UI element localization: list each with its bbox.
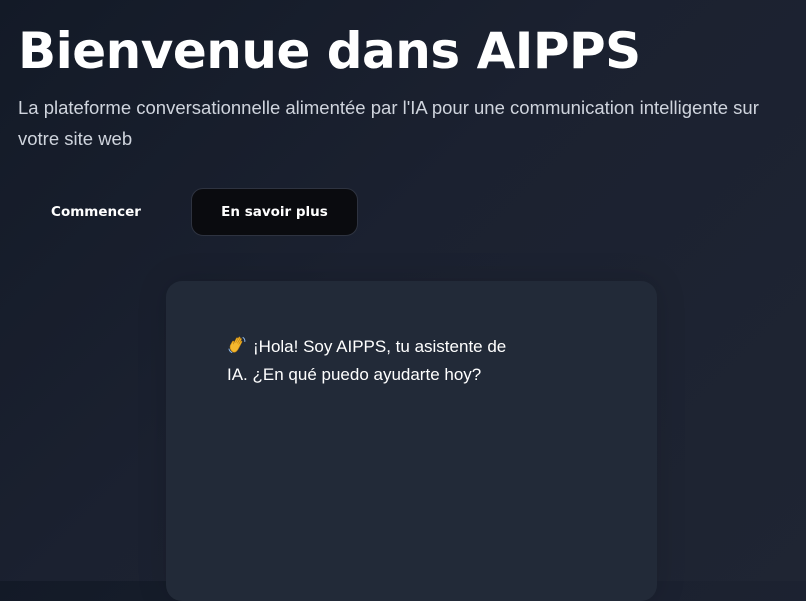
get-started-button-label: Commencer (51, 204, 141, 220)
learn-more-button[interactable]: En savoir plus (191, 188, 358, 236)
waving-hand-icon (227, 335, 247, 355)
get-started-button[interactable]: Commencer (18, 188, 174, 236)
chat-greeting-message: ¡Hola! Soy AIPPS, tu asistente de IA. ¿E… (227, 333, 527, 389)
page-title: Bienvenue dans AIPPS (18, 22, 641, 80)
page-subtitle: La plateforme conversationnelle alimenté… (18, 97, 759, 149)
learn-more-button-label: En savoir plus (221, 204, 328, 220)
chat-greeting-text: ¡Hola! Soy AIPPS, tu asistente de IA. ¿E… (227, 337, 507, 384)
chat-preview-card: ¡Hola! Soy AIPPS, tu asistente de IA. ¿E… (166, 281, 657, 601)
